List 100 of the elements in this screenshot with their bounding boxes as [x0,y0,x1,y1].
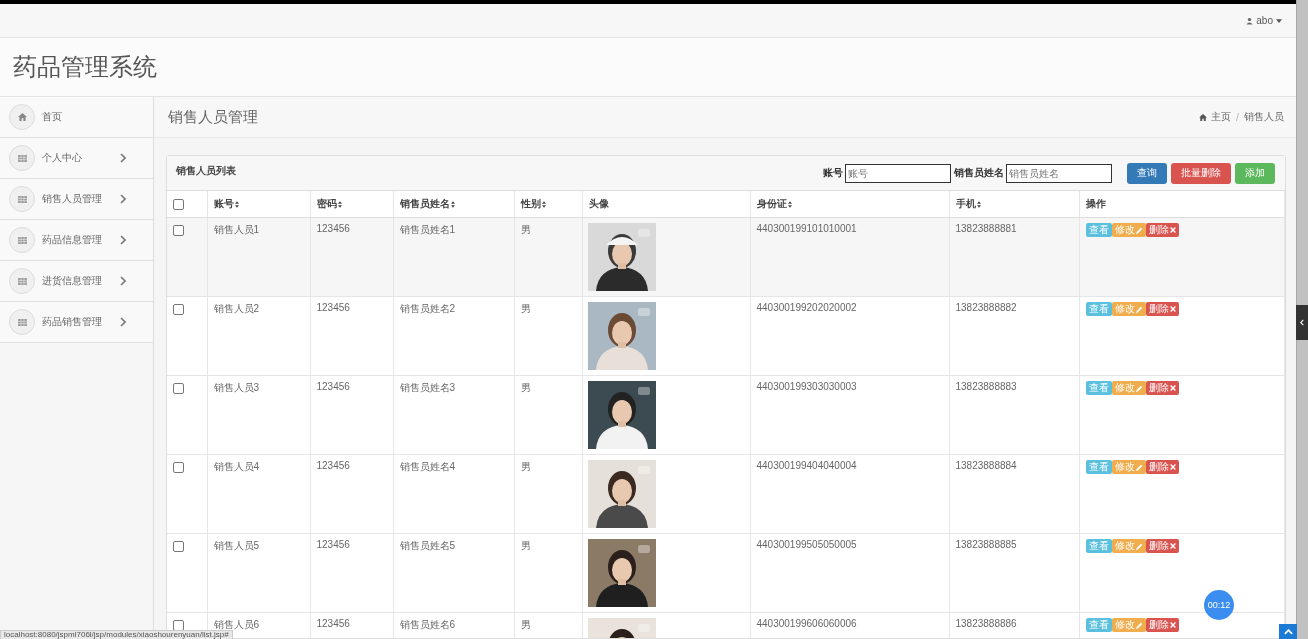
search-field[interactable]: 账号 [845,163,951,183]
close-icon [1169,385,1176,391]
search-field[interactable]: 销售员姓名 [1006,163,1112,183]
action-button[interactable]: 删除 [1145,381,1179,395]
table-cell: 销售员姓名2 [399,303,456,314]
sort-icon[interactable] [976,200,981,208]
table-cell: 销售员姓名4 [399,461,456,472]
caret-icon [1276,18,1282,23]
side-panel-toggle[interactable] [1296,305,1308,340]
field-label: 账号 [823,166,843,180]
pencil-icon [1135,305,1143,313]
pencil-icon [1135,384,1143,392]
table-cell: 男 [520,303,531,314]
table-cell: 男 [520,461,531,472]
table-cell: 销售人员6 [213,619,260,630]
row-checkbox[interactable] [173,541,184,552]
close-icon [1169,464,1176,470]
sort-icon[interactable] [787,200,792,208]
breadcrumb-item[interactable]: 主页 [1211,110,1231,124]
action-button[interactable]: 查看 [1085,539,1112,553]
user-icon [1246,16,1254,25]
action-button[interactable]: 查看 [1085,223,1112,237]
table-icon [17,195,27,203]
table-cell: 440300199505050005 [756,539,857,550]
app-title: 药品管理系统 [13,52,157,82]
table-cell: 男 [520,540,531,551]
table-cell: 13823888882 [955,302,1017,313]
panel-title: 销售人员列表 [176,164,236,178]
action-button[interactable]: 删除 [1145,223,1179,237]
pencil-icon [1135,542,1143,550]
table-cell: 13823888881 [955,223,1017,234]
action-button[interactable]: 删除 [1145,302,1179,316]
column-header: 操作 [1085,197,1106,211]
table-cell: 123456 [316,460,350,471]
page-title: 销售人员管理 [168,107,258,127]
breadcrumb-item: 销售人员 [1244,110,1284,124]
user-menu[interactable]: abo [1246,15,1282,26]
action-button[interactable]: 删除 [1145,460,1179,474]
column-header: 身份证 [756,197,787,211]
table-icon [17,236,27,244]
pencil-icon [1135,621,1143,629]
row-checkbox[interactable] [173,225,184,236]
pencil-icon [1135,463,1143,471]
table-cell: 123456 [316,223,350,234]
table-cell: 销售人员4 [213,461,260,472]
action-button[interactable]: 删除 [1145,618,1179,632]
column-header: 头像 [588,197,609,211]
table-cell: 440300199404040004 [756,460,857,471]
table-icon [17,154,27,162]
column-header: 销售员姓名 [399,197,450,211]
sort-icon[interactable] [234,200,239,208]
close-icon [1169,306,1176,312]
toolbar-button[interactable]: 查询 [1127,162,1167,184]
table-cell: 销售人员5 [213,540,260,551]
action-button[interactable]: 查看 [1085,302,1112,316]
row-checkbox[interactable] [173,304,184,315]
table-cell: 440300199202020002 [756,302,857,313]
table-cell: 销售人员2 [213,303,260,314]
table-icon [17,318,27,326]
table-icon [17,277,27,285]
table-cell: 440300199303030003 [756,381,857,392]
table-cell: 销售人员3 [213,382,260,393]
table-cell: 销售员姓名1 [399,224,456,235]
scrollbar[interactable] [1296,0,1308,639]
home-icon [17,113,27,121]
close-icon [1169,543,1176,549]
column-header: 密码 [316,197,337,211]
action-button[interactable]: 查看 [1085,618,1112,632]
table-cell: 13823888885 [955,539,1017,550]
table-cell: 销售员姓名6 [399,619,456,630]
table-cell: 123456 [316,618,350,629]
table-cell: 13823888886 [955,618,1017,629]
column-header: 手机 [955,197,976,211]
close-icon [1169,622,1176,628]
sort-icon[interactable] [450,200,455,208]
table-cell: 123456 [316,381,350,392]
status-url: localhost:8080/jspml706l/jsp/modules/xiaoshourenyuan/list.jsp# [0,630,233,639]
toolbar-button[interactable]: 添加 [1235,162,1275,184]
home-icon [1199,113,1207,121]
chevron-left-icon [1300,319,1304,326]
row-checkbox[interactable] [173,462,184,473]
table-cell: 440300199101010001 [756,223,857,234]
sort-icon[interactable] [541,200,546,208]
sort-icon[interactable] [337,200,342,208]
action-button[interactable]: 查看 [1085,460,1112,474]
action-button[interactable]: 删除 [1145,539,1179,553]
table-cell: 男 [520,619,531,630]
table-cell: 销售员姓名3 [399,382,456,393]
scroll-top-button[interactable] [1279,624,1297,639]
table-cell: 440300199606060006 [756,618,857,629]
toolbar-button[interactable]: 批量删除 [1171,162,1231,184]
chevron-up-icon [1283,628,1293,635]
table-cell: 13823888883 [955,381,1017,392]
select-all-checkbox[interactable] [173,198,184,210]
table-cell: 13823888884 [955,460,1017,471]
row-checkbox[interactable] [173,383,184,394]
column-header: 账号 [213,197,234,211]
table-cell: 男 [520,224,531,235]
close-icon [1169,227,1176,233]
action-button[interactable]: 查看 [1085,381,1112,395]
